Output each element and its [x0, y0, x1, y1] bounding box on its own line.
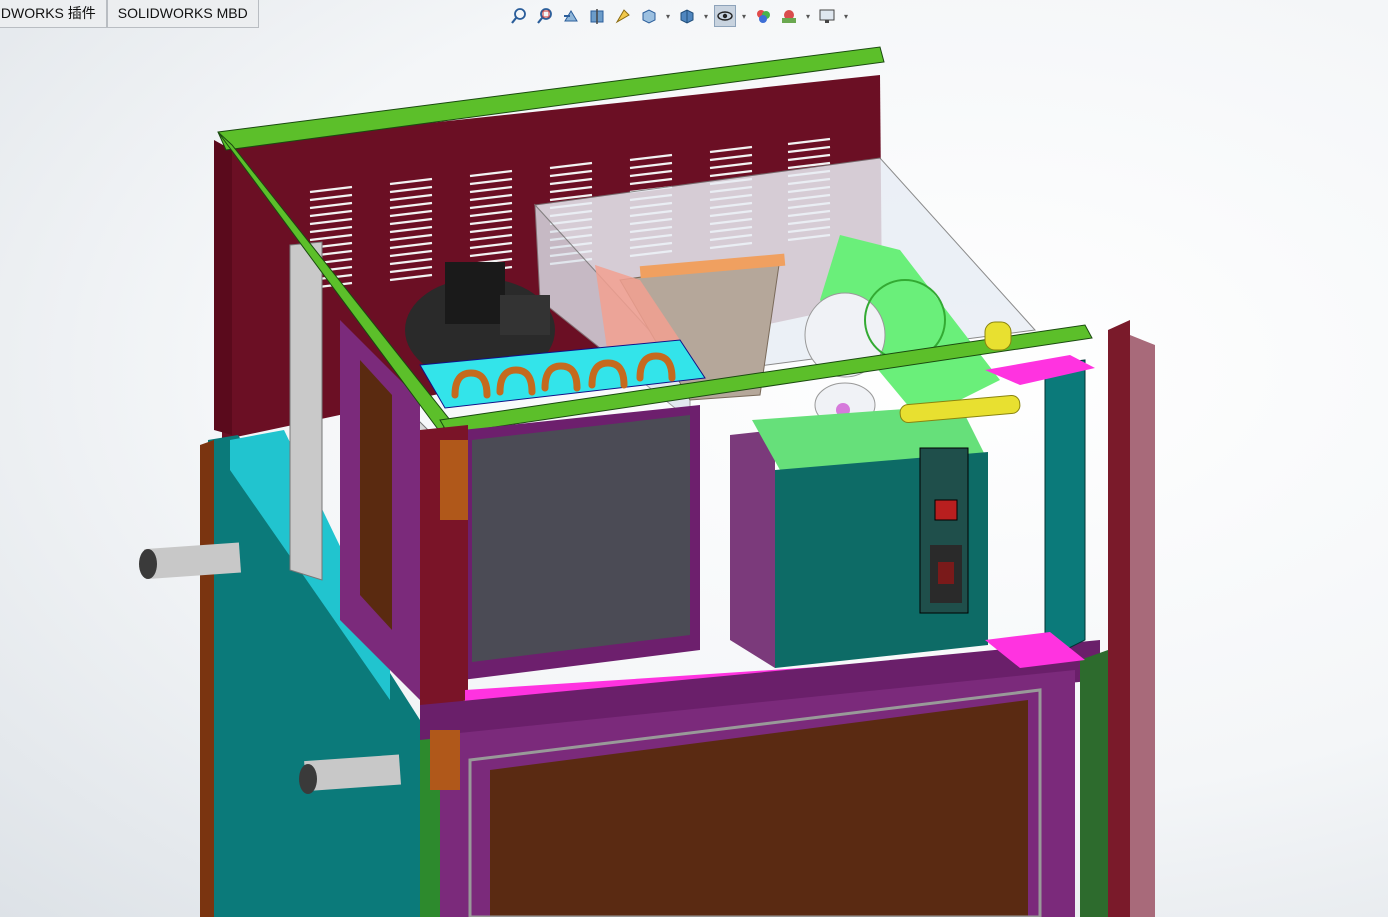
display-style-icon[interactable] — [676, 5, 698, 27]
apply-scene-icon[interactable] — [778, 5, 800, 27]
section-view-icon[interactable] — [586, 5, 608, 27]
door-hinge — [430, 730, 460, 790]
grey-upright — [289, 241, 323, 581]
left-panel-edge — [200, 440, 214, 917]
mesh-filter — [462, 405, 700, 680]
right-pink-post — [1130, 335, 1155, 917]
cad-model-viewport[interactable] — [0, 0, 1388, 917]
electrical-control-box — [730, 405, 988, 668]
right-maroon-post — [1108, 320, 1130, 917]
zoom-to-fit-icon[interactable] — [508, 5, 530, 27]
chevron-down-icon[interactable]: ▾ — [804, 12, 812, 21]
heads-up-view-toolbar: ▾ ▾ ▾ ▾ ▾ — [508, 4, 850, 28]
chevron-down-icon[interactable]: ▾ — [702, 12, 710, 21]
left-side-wall — [214, 140, 232, 435]
hinge-bracket — [440, 440, 468, 520]
tab-solidworks-addins[interactable]: IDWORKS 插件 — [0, 0, 107, 28]
tab-solidworks-mbd[interactable]: SOLIDWORKS MBD — [106, 0, 259, 28]
chevron-down-icon[interactable]: ▾ — [740, 12, 748, 21]
right-door-frame-teal — [1044, 359, 1086, 661]
chevron-down-icon[interactable]: ▾ — [842, 12, 850, 21]
hide-show-items-icon[interactable] — [714, 5, 736, 27]
command-manager-tabs: IDWORKS 插件 SOLIDWORKS MBD — [0, 0, 259, 28]
chevron-down-icon[interactable]: ▾ — [664, 12, 672, 21]
edit-appearance-icon[interactable] — [752, 5, 774, 27]
view-settings-icon[interactable] — [816, 5, 838, 27]
right-green-strip — [1080, 650, 1108, 917]
dynamic-annotation-icon[interactable] — [612, 5, 634, 27]
view-orientation-icon[interactable] — [638, 5, 660, 27]
frame-opening — [360, 360, 392, 630]
zoom-to-area-icon[interactable] — [534, 5, 556, 27]
previous-view-icon[interactable] — [560, 5, 582, 27]
